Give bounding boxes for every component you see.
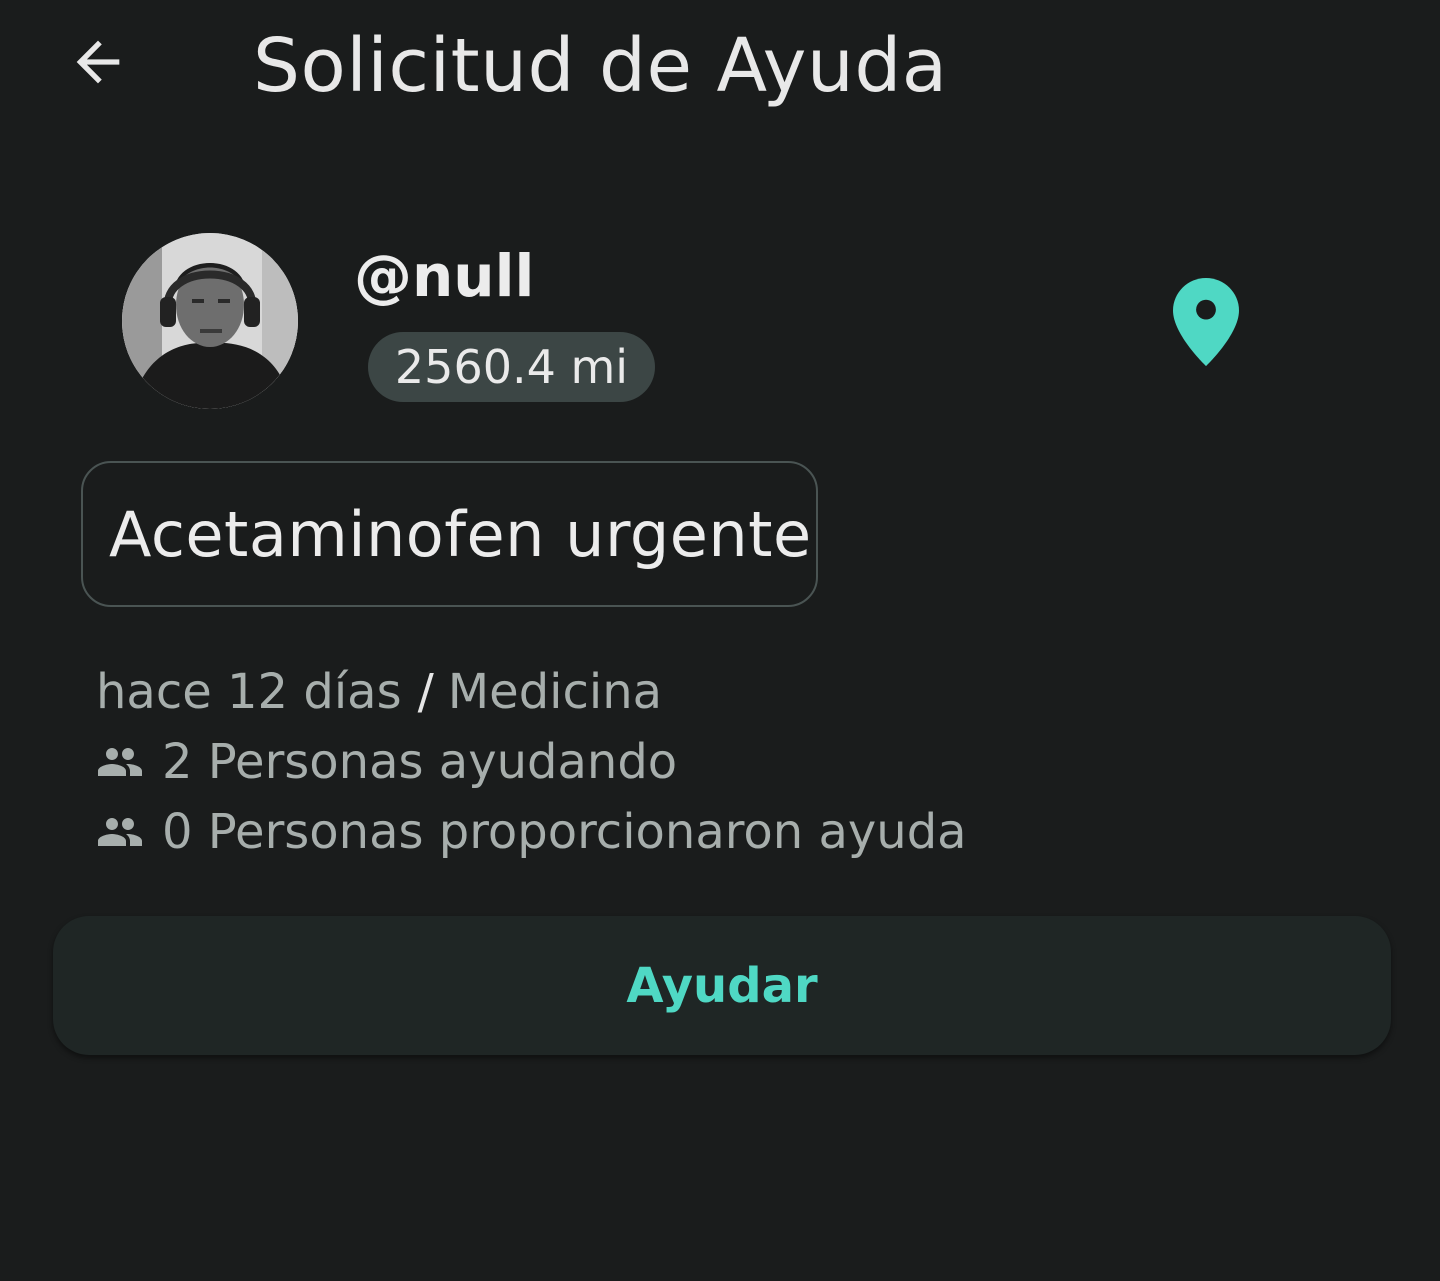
page-title: Solicitud de Ayuda [253,23,948,109]
app-bar: Solicitud de Ayuda [0,0,1440,140]
helping-text: 2 Personas ayudando [162,734,678,790]
helping-count: 2 Personas ayudando [96,732,677,792]
help-button[interactable]: Ayudar [53,916,1391,1055]
people-icon [96,738,144,786]
provided-count: 0 Personas proporcionaron ayuda [96,802,967,862]
user-photo [122,233,298,409]
distance-text: 2560.4 mi [394,340,629,394]
request-title: Acetaminofen urgente [109,497,812,571]
location-button[interactable] [1160,272,1252,372]
category: Medicina [447,664,663,720]
people-icon [96,808,144,856]
request-meta: hace 12 días / Medicina [96,662,662,722]
request-title-box: Acetaminofen urgente [81,461,818,607]
provided-text: 0 Personas proporcionaron ayuda [162,804,967,860]
distance-chip: 2560.4 mi [368,332,655,402]
meta-separator: / [417,664,434,720]
avatar [122,233,298,409]
back-button[interactable] [58,22,138,102]
time-ago: hace 12 días [96,664,402,720]
username: @null [354,242,535,310]
arrow-left-icon [76,40,120,84]
help-button-label: Ayudar [626,957,818,1014]
map-pin-icon [1173,278,1239,366]
